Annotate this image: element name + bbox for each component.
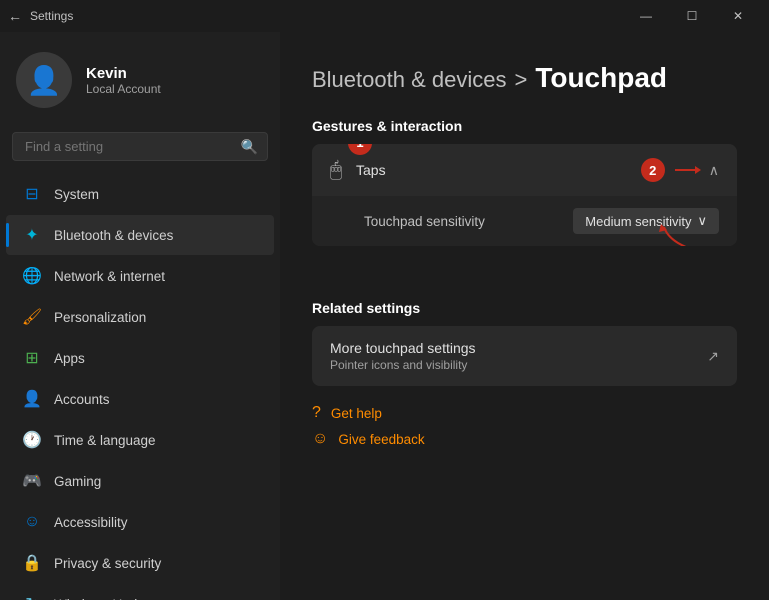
user-account-type: Local Account [86, 82, 161, 96]
taps-label: Taps [356, 162, 627, 178]
sidebar: 👤 Kevin Local Account 🔍 ⊟ System ✦ Bluet… [0, 32, 280, 600]
page-header: Bluetooth & devices > Touchpad [312, 62, 737, 94]
search-input[interactable] [12, 132, 268, 161]
get-help-label: Get help [331, 406, 382, 421]
accessibility-icon: ☺ [22, 512, 42, 532]
help-icon: ? [312, 404, 321, 422]
sidebar-item-label: Accounts [54, 392, 110, 407]
apps-icon: ⊞ [22, 348, 42, 368]
more-settings-sub: Pointer icons and visibility [330, 358, 476, 372]
sidebar-item-update[interactable]: ↻ Windows Update [6, 584, 274, 600]
breadcrumb: Bluetooth & devices [312, 67, 506, 93]
touchpad-icon: 🖱 [330, 159, 342, 182]
sidebar-item-label: Network & internet [54, 269, 165, 284]
sidebar-item-personalization[interactable]: 🖌 Personalization [6, 297, 274, 337]
taps-card: 🖱 Taps 1 2 [312, 144, 737, 246]
system-icon: ⊟ [22, 184, 42, 204]
search-box: 🔍 [12, 132, 268, 161]
more-settings-card[interactable]: More touchpad settings Pointer icons and… [312, 326, 737, 386]
give-feedback-label: Give feedback [338, 432, 424, 447]
external-link-icon: ↗ [707, 348, 719, 365]
main-content: Bluetooth & devices > Touchpad Gestures … [280, 32, 769, 600]
personalization-icon: 🖌 [22, 307, 42, 327]
arrow-2 [673, 162, 701, 178]
update-icon: ↻ [22, 594, 42, 600]
taps-row[interactable]: 🖱 Taps 1 2 [312, 144, 737, 196]
annotation-1: 1 [348, 144, 372, 155]
annotation-2: 2 [641, 158, 665, 182]
accounts-icon: 👤 [22, 389, 42, 409]
sidebar-item-label: Personalization [54, 310, 146, 325]
arrow-3 [659, 222, 699, 246]
gestures-section-title: Gestures & interaction [312, 118, 737, 134]
nav-menu: ⊟ System ✦ Bluetooth & devices 🌐 Network… [0, 173, 280, 600]
titlebar-title: Settings [30, 9, 73, 23]
privacy-icon: 🔒 [22, 553, 42, 573]
sidebar-item-system[interactable]: ⊟ System [6, 174, 274, 214]
close-button[interactable]: ✕ [715, 0, 761, 32]
page-title: Touchpad [535, 62, 667, 94]
gaming-icon: 🎮 [22, 471, 42, 491]
search-icon: 🔍 [241, 138, 258, 155]
user-profile[interactable]: 👤 Kevin Local Account [0, 32, 280, 124]
back-icon[interactable]: ← [8, 8, 22, 24]
sidebar-item-privacy[interactable]: 🔒 Privacy & security [6, 543, 274, 583]
sidebar-item-time[interactable]: 🕐 Time & language [6, 420, 274, 460]
minimize-button[interactable]: — [623, 0, 669, 32]
user-info: Kevin Local Account [86, 65, 161, 96]
sidebar-item-accessibility[interactable]: ☺ Accessibility [6, 502, 274, 542]
titlebar: ← Settings — ☐ ✕ [0, 0, 769, 32]
related-settings-section: Related settings More touchpad settings … [312, 300, 737, 386]
feedback-icon: ☺ [312, 430, 328, 448]
sidebar-item-bluetooth[interactable]: ✦ Bluetooth & devices [6, 215, 274, 255]
network-icon: 🌐 [22, 266, 42, 286]
sidebar-item-label: Bluetooth & devices [54, 228, 173, 243]
sidebar-item-label: Apps [54, 351, 85, 366]
sidebar-item-apps[interactable]: ⊞ Apps [6, 338, 274, 378]
maximize-button[interactable]: ☐ [669, 0, 715, 32]
time-icon: 🕐 [22, 430, 42, 450]
more-settings-text: More touchpad settings Pointer icons and… [330, 340, 476, 372]
sidebar-item-label: System [54, 187, 99, 202]
taps-chevron-icon[interactable]: ∧ [709, 162, 719, 179]
give-feedback-link[interactable]: ☺ Give feedback [312, 430, 737, 448]
sidebar-item-label: Time & language [54, 433, 156, 448]
app-body: 👤 Kevin Local Account 🔍 ⊟ System ✦ Bluet… [0, 32, 769, 600]
sidebar-item-label: Accessibility [54, 515, 128, 530]
more-settings-label: More touchpad settings [330, 340, 476, 356]
sidebar-item-label: Privacy & security [54, 556, 161, 571]
sidebar-item-network[interactable]: 🌐 Network & internet [6, 256, 274, 296]
sidebar-item-label: Gaming [54, 474, 101, 489]
get-help-link[interactable]: ? Get help [312, 404, 737, 422]
breadcrumb-separator: > [514, 67, 527, 93]
avatar-icon: 👤 [27, 64, 62, 97]
user-name: Kevin [86, 65, 161, 82]
titlebar-controls: — ☐ ✕ [623, 0, 761, 32]
sensitivity-row: Touchpad sensitivity Medium sensitivity … [312, 196, 737, 246]
bluetooth-icon: ✦ [22, 225, 42, 245]
sidebar-item-label: Windows Update [54, 597, 156, 600]
sidebar-item-accounts[interactable]: 👤 Accounts [6, 379, 274, 419]
avatar: 👤 [16, 52, 72, 108]
sensitivity-label: Touchpad sensitivity [364, 214, 559, 229]
sidebar-item-gaming[interactable]: 🎮 Gaming [6, 461, 274, 501]
help-links: ? Get help ☺ Give feedback [312, 404, 737, 448]
titlebar-left: ← Settings [8, 8, 73, 24]
related-section-title: Related settings [312, 300, 737, 316]
